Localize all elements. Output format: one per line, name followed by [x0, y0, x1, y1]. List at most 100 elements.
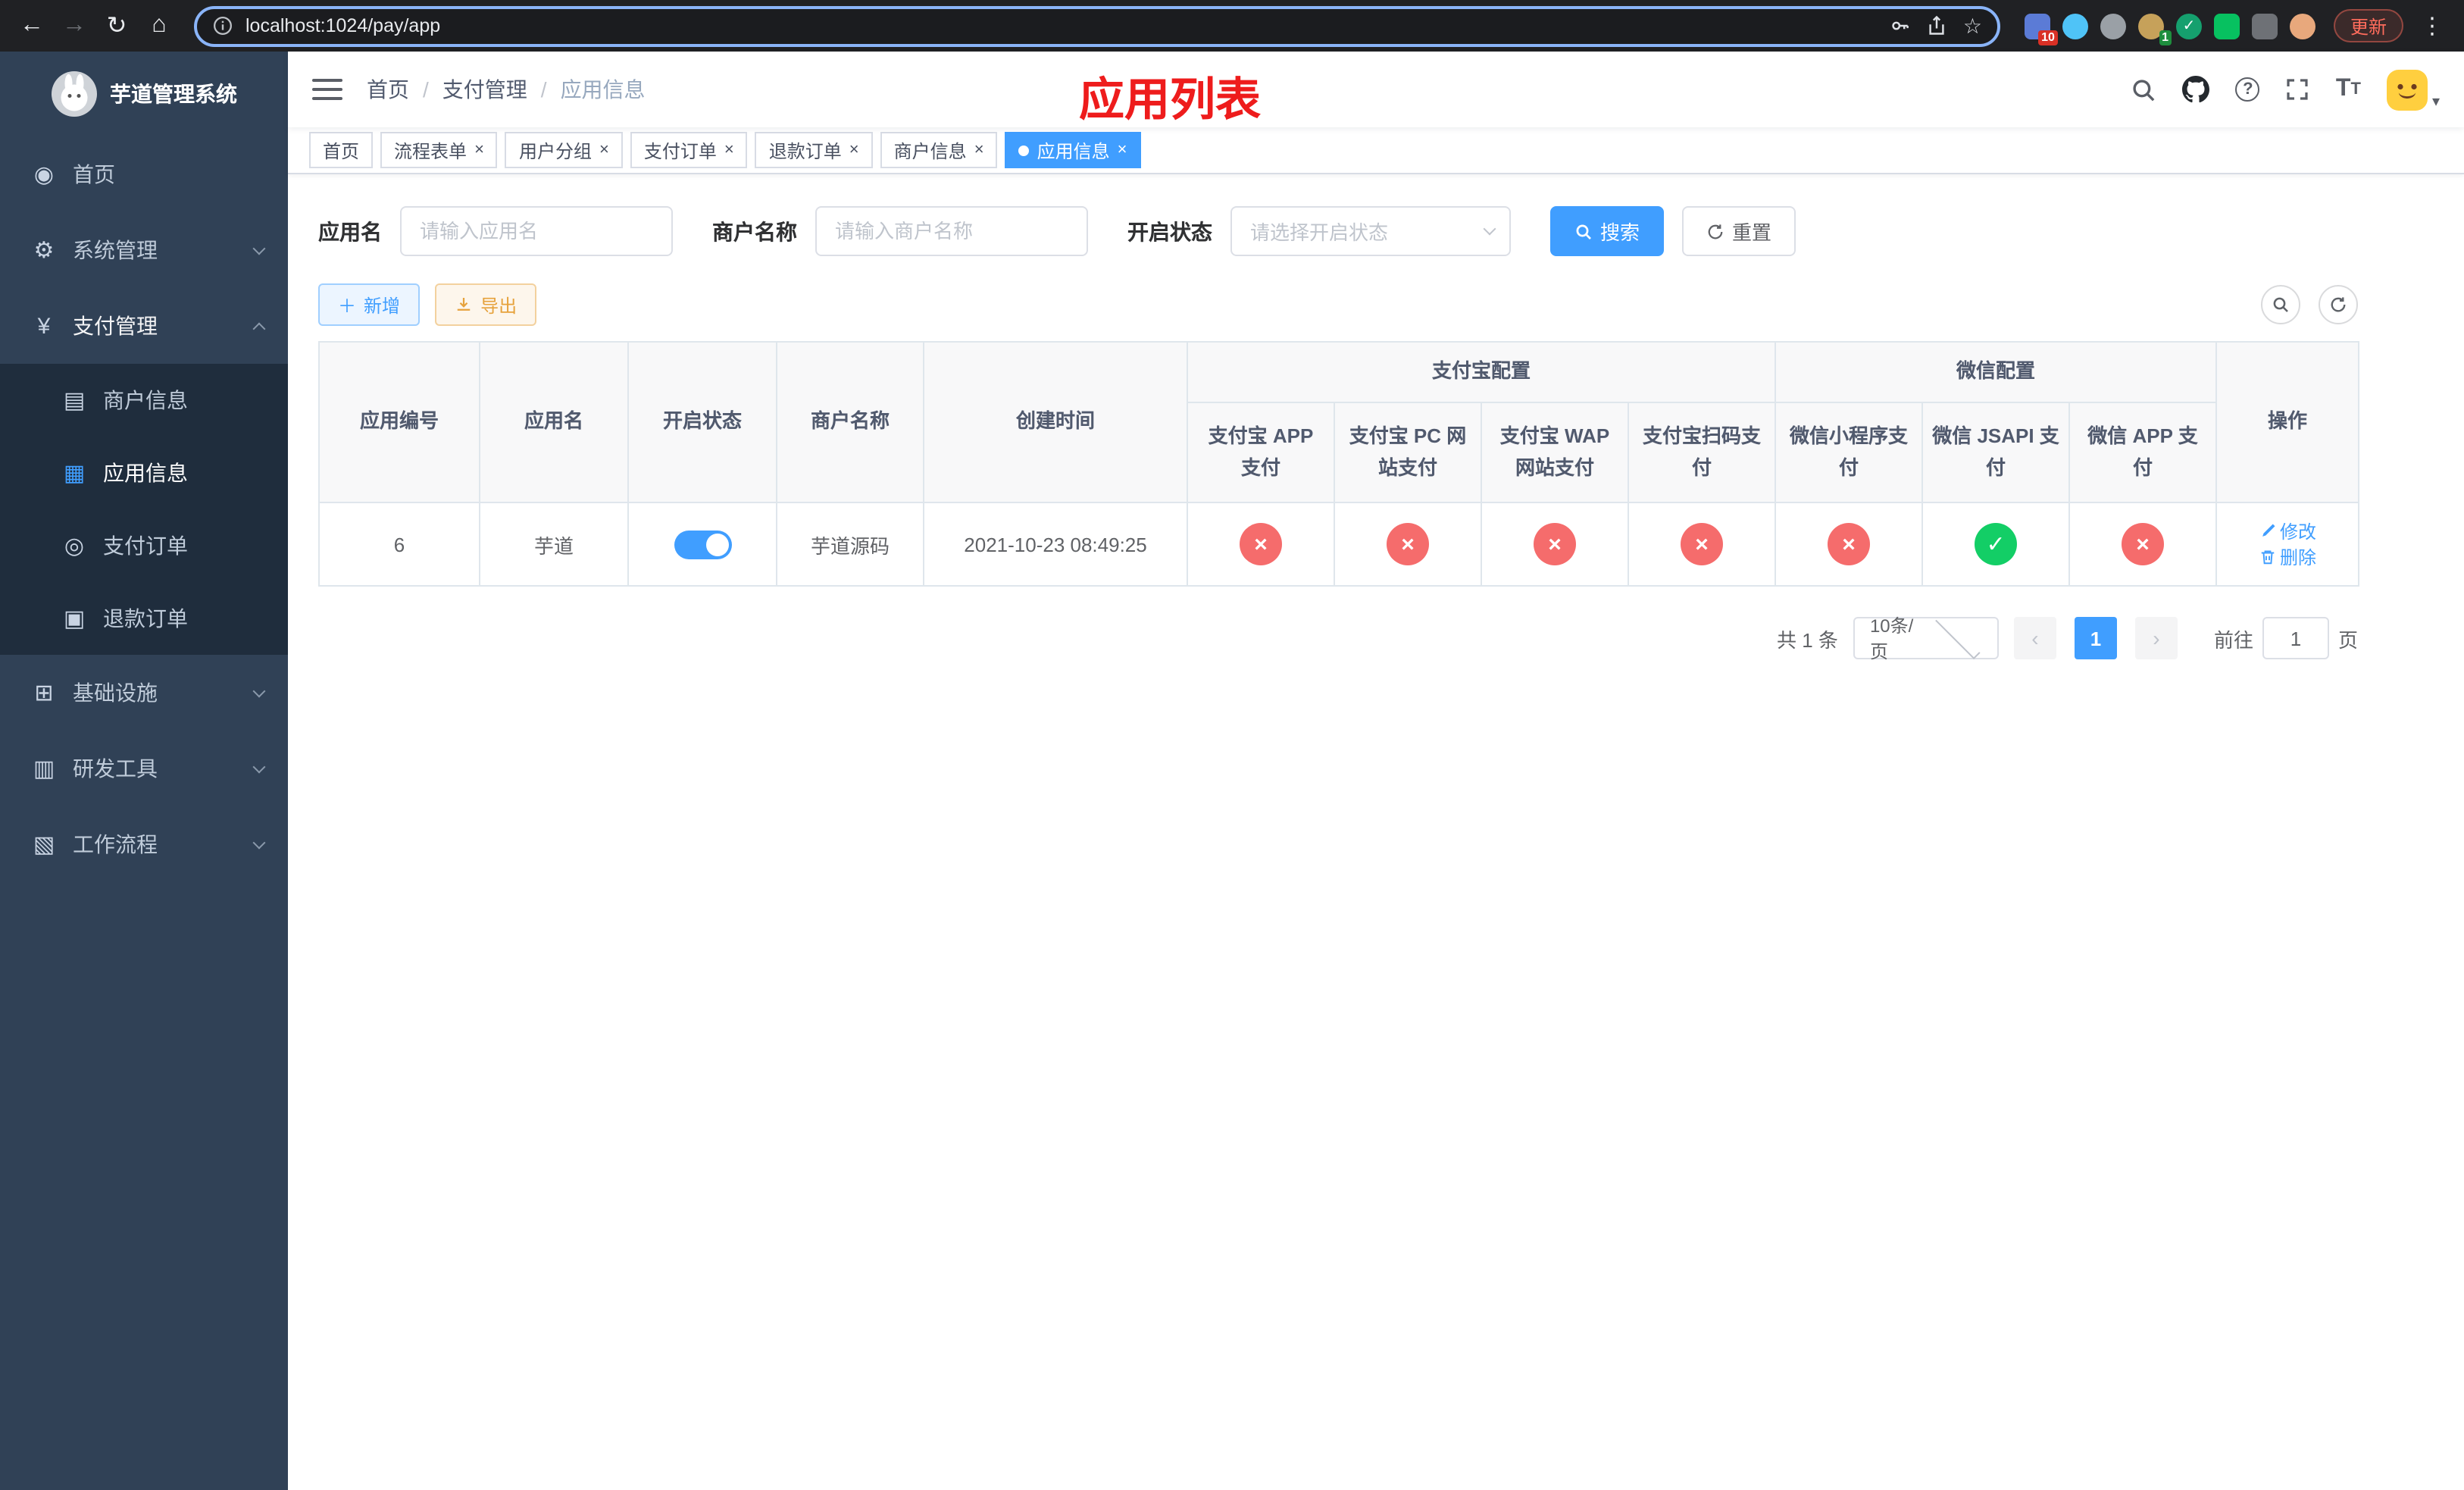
bookmark-star-icon[interactable]: ☆	[1963, 13, 1982, 39]
search-icon[interactable]	[2131, 77, 2157, 102]
sidebar-item-system[interactable]: ⚙ 系统管理	[0, 212, 288, 288]
tab-close-icon[interactable]: ×	[974, 141, 984, 159]
reset-button[interactable]: 重置	[1682, 206, 1796, 256]
extensions-puzzle-icon[interactable]	[2251, 13, 2278, 39]
tab-close-icon[interactable]: ×	[599, 141, 609, 159]
extension-grid-icon[interactable]: 10	[2024, 13, 2058, 45]
edit-link[interactable]: 修改	[2259, 518, 2316, 544]
payment-submenu: ▤ 商户信息 ▦ 应用信息 ◎ 支付订单 ▣ 退款订单	[0, 364, 288, 655]
tab-close-icon[interactable]: ×	[1118, 141, 1127, 159]
profile-avatar-icon[interactable]	[2289, 13, 2315, 39]
page-content: 应用名 商户名称 开启状态 请选择开启状态	[288, 174, 2464, 1490]
app-shell: 芋道管理系统 ◉ 首页 ⚙ 系统管理 ¥ 支付管理 ▤ 商户信息 ▦ 应用信息 …	[0, 52, 2464, 1490]
address-bar[interactable]: localhost:1024/pay/app ☆	[194, 5, 2000, 46]
home-icon[interactable]: ⌂	[139, 6, 179, 45]
tab-user-group[interactable]: 用户分组 ×	[505, 132, 623, 168]
logo-avatar	[51, 71, 96, 117]
sidebar-item-refund-orders[interactable]: ▣ 退款订单	[0, 582, 288, 655]
merchant-name-label: 商户名称	[712, 219, 797, 243]
status-toggle[interactable]	[674, 530, 731, 559]
breadcrumb-home[interactable]: 首页	[367, 74, 409, 105]
github-icon[interactable]	[2182, 76, 2210, 103]
next-page-button[interactable]: ›	[2134, 617, 2178, 659]
status-label: 开启状态	[1127, 219, 1212, 243]
back-icon[interactable]: ←	[12, 6, 52, 45]
tab-close-icon[interactable]: ×	[474, 141, 484, 159]
chevron-down-icon	[1483, 222, 1496, 236]
font-size-icon[interactable]: TT	[2336, 76, 2361, 103]
browser-window: ← → ↻ ⌂ localhost:1024/pay/app ☆ 10 1 ✓ …	[0, 0, 2464, 1490]
tab-merchant-info[interactable]: 商户信息 ×	[880, 132, 998, 168]
sidebar-item-dev-tools[interactable]: ▥ 研发工具	[0, 731, 288, 806]
breadcrumb-payment[interactable]: 支付管理	[442, 74, 527, 105]
sidebar-item-home[interactable]: ◉ 首页	[0, 136, 288, 212]
app-logo[interactable]: 芋道管理系统	[0, 52, 288, 136]
tags-view-bar: 首页 流程表单 × 用户分组 × 支付订单 × 退款订单 × 商户信息 × 应用信息 ×	[288, 127, 2464, 174]
prev-page-button[interactable]: ‹	[2013, 617, 2056, 659]
breadcrumb: 首页 / 支付管理 / 应用信息	[367, 74, 646, 105]
export-button[interactable]: 导出	[435, 283, 537, 326]
page-size-select[interactable]: 10条/页	[1853, 613, 1999, 662]
fullscreen-icon[interactable]	[2286, 77, 2310, 102]
sidebar-toggle-icon[interactable]	[312, 79, 342, 100]
site-info-icon[interactable]	[212, 15, 233, 36]
tab-refund-orders[interactable]: 退款订单 ×	[755, 132, 873, 168]
col-alipay-app: 支付宝 APP 支付	[1187, 402, 1335, 503]
extension-check-icon[interactable]	[2175, 13, 2202, 39]
extension-drop-icon[interactable]	[2062, 13, 2088, 39]
trash-icon	[2260, 550, 2274, 565]
extension-avatar-icon[interactable]: 1	[2137, 13, 2172, 45]
add-button[interactable]: ＋ 新增	[318, 283, 421, 326]
status-select[interactable]: 请选择开启状态	[1230, 206, 1511, 256]
tab-process-form[interactable]: 流程表单 ×	[380, 132, 498, 168]
app-name-input[interactable]	[400, 206, 673, 256]
tools-icon: ▥	[33, 756, 55, 782]
pen-icon	[2262, 524, 2275, 537]
forward-icon[interactable]: →	[55, 6, 94, 45]
extension-globe-icon[interactable]	[2100, 13, 2126, 39]
breadcrumb-current: 应用信息	[560, 77, 646, 102]
show-search-icon[interactable]	[2261, 285, 2300, 324]
tab-home[interactable]: 首页	[309, 132, 374, 168]
yen-icon: ¥	[37, 313, 51, 339]
tab-pay-orders[interactable]: 支付订单 ×	[630, 132, 748, 168]
chevron-down-icon	[252, 759, 266, 773]
search-button[interactable]: 搜索	[1550, 206, 1665, 256]
chevron-down-icon	[1936, 613, 1981, 659]
sidebar-item-pay-orders[interactable]: ◎ 支付订单	[0, 509, 288, 582]
wx-app-status-icon: ×	[2122, 523, 2165, 565]
caret-down-icon: ▾	[2431, 93, 2440, 110]
reload-icon[interactable]: ↻	[97, 6, 136, 45]
breadcrumb-separator: /	[423, 77, 429, 102]
breadcrumb-separator: /	[540, 77, 547, 102]
current-page-button[interactable]: 1	[2074, 617, 2117, 659]
col-created: 创建时间	[923, 341, 1188, 503]
col-wx-jsapi: 微信 JSAPI 支付	[1921, 402, 2071, 503]
delete-link[interactable]: 删除	[2259, 544, 2316, 570]
sidebar-item-payment[interactable]: ¥ 支付管理	[0, 288, 288, 364]
sidebar-item-infrastructure[interactable]: ⊞ 基础设施	[0, 655, 288, 731]
page-title-annotation: 应用列表	[1079, 76, 1261, 126]
password-key-icon[interactable]	[1890, 15, 1912, 36]
wx-jsapi-status-icon: ✓	[1975, 523, 2018, 565]
goto-page-input[interactable]	[2262, 617, 2329, 659]
share-icon[interactable]	[1927, 15, 1948, 36]
sidebar-item-merchant-info[interactable]: ▤ 商户信息	[0, 364, 288, 437]
refresh-icon[interactable]	[2319, 285, 2358, 324]
tab-close-icon[interactable]: ×	[849, 141, 859, 159]
extension-chat-icon[interactable]	[2213, 13, 2240, 39]
sidebar-item-workflow[interactable]: ▧ 工作流程	[0, 806, 288, 882]
chevron-down-icon	[252, 835, 266, 849]
help-icon[interactable]: ?	[2235, 77, 2260, 102]
tab-app-info[interactable]: 应用信息 ×	[1005, 132, 1141, 168]
merchant-name-input[interactable]	[815, 206, 1088, 256]
refund-icon: ▣	[63, 606, 86, 632]
chrome-menu-icon[interactable]: ⋮	[2412, 6, 2452, 45]
cell-app-name: 芋道	[479, 502, 629, 587]
dashboard-icon: ◉	[33, 162, 55, 188]
col-merchant: 商户名称	[776, 341, 924, 503]
tab-close-icon[interactable]: ×	[724, 141, 734, 159]
user-avatar[interactable]: ▾	[2386, 69, 2440, 110]
update-button[interactable]: 更新	[2333, 9, 2403, 42]
sidebar-item-app-info[interactable]: ▦ 应用信息	[0, 437, 288, 509]
